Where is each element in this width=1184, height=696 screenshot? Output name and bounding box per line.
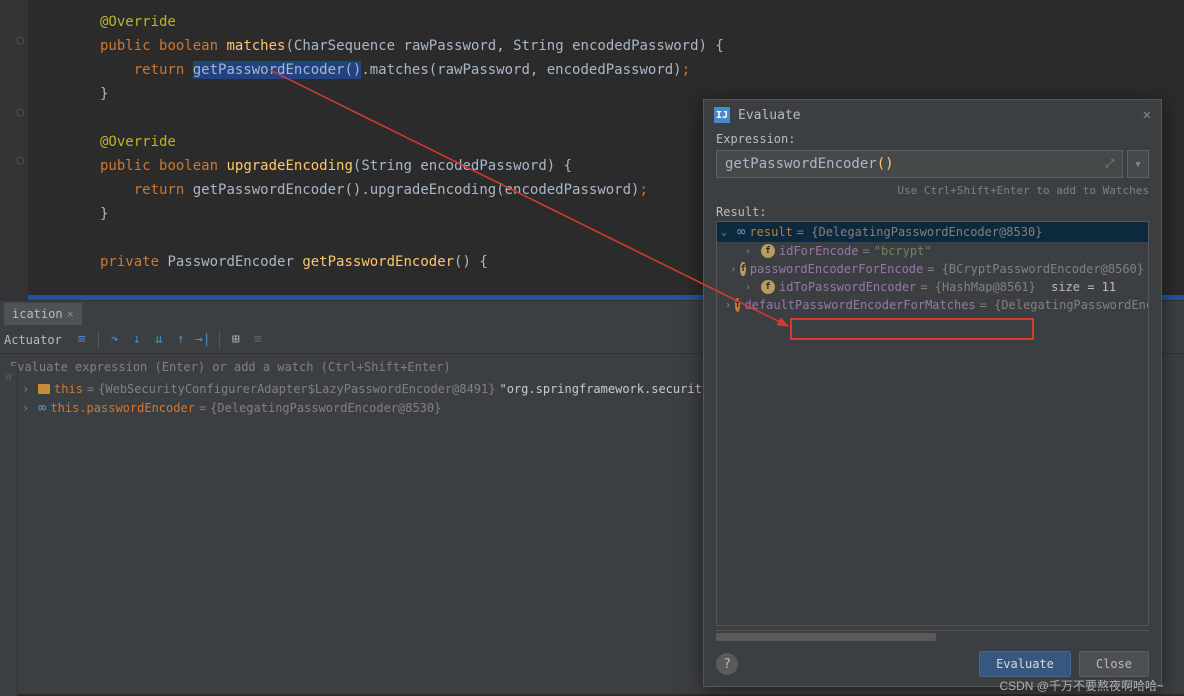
expression-hint: Use Ctrl+Shift+Enter to add to Watches	[704, 180, 1161, 203]
evaluate-icon[interactable]: ⊞	[228, 332, 244, 348]
close-button[interactable]: Close	[1079, 651, 1149, 677]
tree-node-name: passwordEncoderForEncode	[750, 262, 923, 276]
evaluate-button[interactable]: Evaluate	[979, 651, 1071, 677]
history-dropdown-icon[interactable]: ▾	[1127, 150, 1149, 178]
expand-icon[interactable]: ›	[745, 246, 757, 257]
trace-icon[interactable]: ≋	[250, 332, 266, 348]
expand-icon[interactable]: ›	[22, 401, 34, 415]
gutter: ⬡ ⬡ ⬡	[0, 0, 28, 300]
watermark: CSDN @千万不要熬夜啊哈哈~	[999, 677, 1164, 694]
expand-icon[interactable]: ›	[22, 382, 34, 396]
struct-icon	[38, 384, 50, 394]
field-icon: f	[761, 280, 775, 294]
expand-editor-icon[interactable]: ⤢	[1105, 157, 1114, 171]
expand-icon[interactable]: ›	[730, 264, 736, 275]
highlighted-call: getPasswordEncoder()	[193, 61, 362, 79]
tree-node-value: = {HashMap@8561}	[920, 280, 1036, 294]
tree-row-field[interactable]: › f defaultPasswordEncoderForMatches = {…	[717, 296, 1148, 314]
tree-node-value: = {DelegatingPasswordEncoder@8530}	[797, 225, 1043, 239]
close-icon[interactable]: ×	[67, 307, 74, 321]
tree-node-value: "bcrypt"	[874, 244, 932, 258]
step-over-icon[interactable]: ↷	[107, 332, 123, 348]
scrollbar-thumb[interactable]	[716, 633, 936, 641]
expand-icon[interactable]: ›	[725, 300, 731, 311]
tree-row-field[interactable]: › f idForEncode = "bcrypt"	[717, 242, 1148, 260]
horizontal-scrollbar[interactable]	[716, 630, 1149, 642]
expression-label: Expression:	[704, 130, 1161, 148]
field-icon: f	[740, 262, 745, 276]
var-name: this.passwordEncoder	[50, 401, 195, 415]
dialog-titlebar[interactable]: IJ Evaluate ✕	[704, 100, 1161, 130]
expression-input[interactable]: getPasswordEncoder() ⤢	[716, 150, 1123, 178]
help-icon[interactable]: ?	[716, 653, 738, 675]
chain-icon	[737, 224, 745, 240]
tree-row-field[interactable]: › f passwordEncoderForEncode = {BCryptPa…	[717, 260, 1148, 278]
expand-icon[interactable]: ›	[745, 282, 757, 293]
annotation: @Override	[100, 134, 176, 150]
threads-icon[interactable]: ≡	[74, 332, 90, 348]
app-icon: IJ	[714, 107, 730, 123]
var-value: {DelegatingPasswordEncoder@8530}	[210, 401, 441, 415]
tree-node-name: defaultPasswordEncoderForMatches	[744, 298, 975, 312]
tree-node-value: = {BCryptPasswordEncoder@8560}	[927, 262, 1144, 276]
result-label: Result:	[704, 203, 1161, 221]
result-tree[interactable]: ⌄ result = {DelegatingPasswordEncoder@85…	[716, 221, 1149, 626]
tree-node-name: idToPasswordEncoder	[779, 280, 916, 294]
dialog-title: Evaluate	[738, 108, 801, 123]
step-into-icon[interactable]: ↓	[129, 332, 145, 348]
force-step-icon[interactable]: ⇊	[151, 332, 167, 348]
close-icon[interactable]: ✕	[1143, 107, 1151, 123]
tree-row-result[interactable]: ⌄ result = {DelegatingPasswordEncoder@85…	[717, 222, 1148, 242]
var-name: this	[54, 382, 83, 396]
evaluate-dialog: IJ Evaluate ✕ Expression: getPasswordEnc…	[703, 99, 1162, 687]
field-icon: f	[735, 298, 740, 312]
debug-tab[interactable]: ication×	[4, 303, 82, 325]
gutter-impl-icon: ⬡	[16, 156, 24, 168]
annotation: @Override	[100, 14, 176, 30]
actuator-label: Actuator	[4, 333, 62, 347]
tree-node-name: result	[749, 225, 792, 239]
tree-node-size: size = 11	[1051, 280, 1116, 294]
var-value: {WebSecurityConfigurerAdapter$LazyPasswo…	[98, 382, 495, 396]
collapse-icon[interactable]: ⌄	[721, 227, 733, 238]
step-out-icon[interactable]: ↑	[173, 332, 189, 348]
gutter-impl-icon: ⬡	[16, 108, 24, 120]
field-icon: f	[761, 244, 775, 258]
tree-node-name: idForEncode	[779, 244, 858, 258]
run-to-cursor-icon[interactable]: →|	[195, 332, 211, 348]
left-tool-stub: W	[0, 366, 18, 696]
tree-row-field[interactable]: › f idToPasswordEncoder = {HashMap@8561}…	[717, 278, 1148, 296]
chain-icon	[38, 400, 46, 416]
tree-node-value: = {DelegatingPasswordEncod	[980, 298, 1149, 312]
gutter-impl-icon: ⬡	[16, 36, 24, 48]
